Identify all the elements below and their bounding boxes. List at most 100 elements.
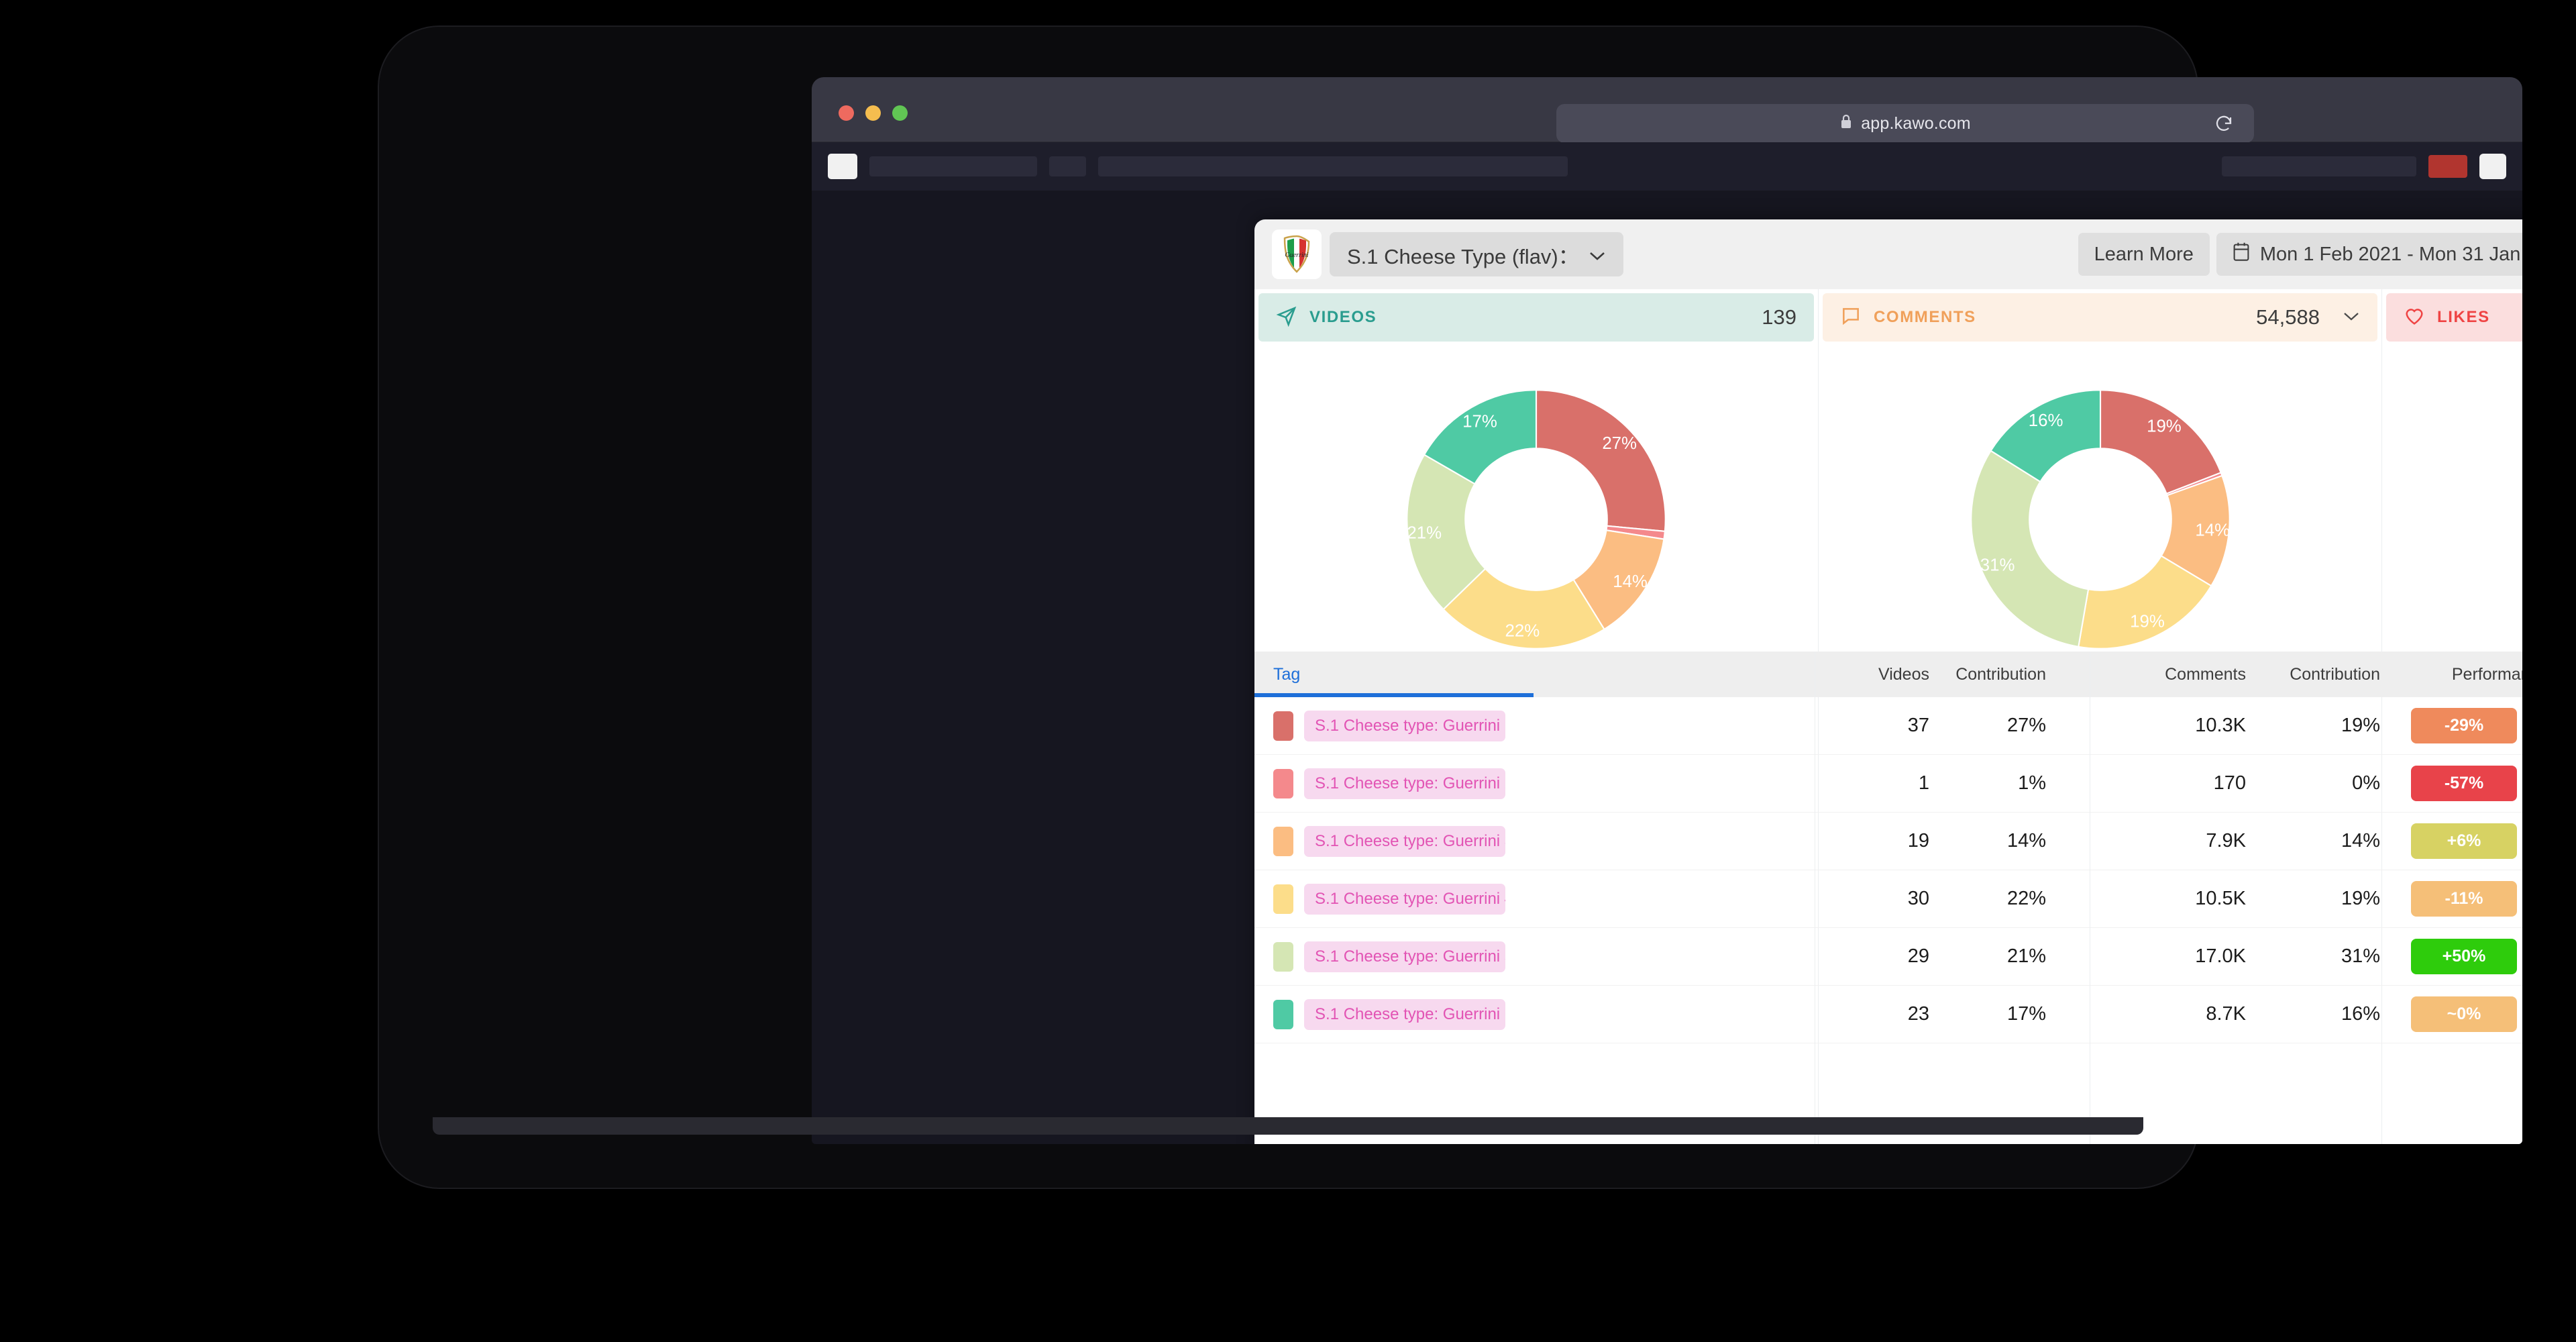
cell-comments-contribution: 14% <box>2246 830 2380 852</box>
badge-comments-performance-cell: +6% <box>2380 823 2522 859</box>
svg-text:Guerrini: Guerrini <box>1285 252 1309 259</box>
badge-comments-performance-cell: -11% <box>2380 881 2522 917</box>
table-header-tag[interactable]: Tag <box>1254 652 1815 697</box>
browser-toolbar: app.kawo.com <box>812 77 2522 142</box>
table-row: 10.5K19% -11% <box>2090 870 2522 928</box>
cell-videos: 19 <box>1815 830 1929 852</box>
table-header-videos-contribution: Contribution <box>1929 665 2063 684</box>
panel-label-comments: COMMENTS <box>1874 308 1976 327</box>
donut-slice[interactable] <box>2100 390 2221 493</box>
badge-comments-performance-cell: ~0% <box>2380 996 2522 1032</box>
window-traffic-lights <box>839 105 908 121</box>
table-column-tag: Tag S.1 Cheese type: Guerrini 1... S.1 Ch… <box>1254 652 1815 1144</box>
panel-header-videos: VIDEOS 139 <box>1258 293 1814 342</box>
close-window-button[interactable] <box>839 105 854 121</box>
chevron-down-icon[interactable] <box>2343 311 2360 325</box>
date-range-label: Mon 1 Feb 2021 - Mon 31 Jan <box>2260 244 2521 266</box>
table-row[interactable]: S.1 Cheese type: Guerrini 4... <box>1254 870 1815 928</box>
table-row[interactable]: S.1 Cheese type: Guerrini 2... <box>1254 755 1815 813</box>
table-row: 10.3K19% -29% <box>2090 697 2522 755</box>
cell-comments-contribution: 19% <box>2246 715 2380 737</box>
cell-videos-contribution: 22% <box>1929 888 2063 910</box>
donut-slice-label: 27% <box>1602 434 1637 453</box>
navbar-item[interactable] <box>869 156 1037 176</box>
donut-slice[interactable] <box>1536 390 1666 531</box>
tag-chip[interactable]: S.1 Cheese type: Guerrini 1... <box>1304 711 1505 741</box>
cell-comments: 10.3K <box>2132 715 2246 737</box>
donut-slice-label: 19% <box>2147 417 2182 435</box>
learn-more-button[interactable]: Learn More <box>2078 233 2210 276</box>
donut-slice-label: 31% <box>1980 556 2015 575</box>
table-row: 1914% <box>1815 813 2090 870</box>
navbar-item[interactable] <box>2222 156 2416 176</box>
badge-comments-performance-cell: -29% <box>2380 708 2522 743</box>
series-color-swatch <box>1273 1000 1293 1029</box>
table-row[interactable]: S.1 Cheese type: Guerrini 5... <box>1254 928 1815 986</box>
donut-slice-label: 22% <box>1505 622 1540 641</box>
table-row[interactable]: S.1 Cheese type: Guerrini 6... <box>1254 986 1815 1043</box>
tag-select-dropdown[interactable]: S.1 Cheese Type (flav)： <box>1330 232 1623 276</box>
series-color-swatch <box>1273 942 1293 972</box>
table-header-videos: Videos <box>1815 665 1929 684</box>
navbar-primary-button[interactable] <box>2428 155 2467 178</box>
table-header-comments-performance: Performance <box>2380 665 2522 684</box>
reload-icon[interactable] <box>2214 114 2234 138</box>
modal-header: Guerrini S.1 Cheese Type (flav)： Learn M… <box>1254 219 2522 289</box>
date-range-button[interactable]: Mon 1 Feb 2021 - Mon 31 Jan <box>2216 233 2522 276</box>
panel-header-likes: LIKES 2.2M <box>2386 293 2522 342</box>
table-header-comments-contribution: Contribution <box>2246 665 2380 684</box>
heart-icon <box>2404 305 2425 330</box>
table-row: 8.7K16%~0% <box>2090 986 2522 1043</box>
navbar-search[interactable] <box>1098 156 1568 176</box>
table-row[interactable]: S.1 Cheese type: Guerrini 3... <box>1254 813 1815 870</box>
active-column-underline <box>1254 693 1534 697</box>
donut-slice-label: 16% <box>2028 411 2063 430</box>
cell-videos-contribution: 17% <box>1929 1003 2063 1025</box>
badge-comments-performance: -11% <box>2411 881 2517 917</box>
tag-chip[interactable]: S.1 Cheese type: Guerrini 3... <box>1304 826 1505 857</box>
cell-comments: 10.5K <box>2132 888 2246 910</box>
table-row: 7.9K14%+6% <box>2090 813 2522 870</box>
address-bar-url: app.kawo.com <box>1861 114 1971 134</box>
donut-slice-label: 14% <box>1613 572 1648 591</box>
panel-label-videos: VIDEOS <box>1309 308 1377 327</box>
badge-comments-performance: -57% <box>2411 766 2517 801</box>
comment-icon <box>1840 305 1862 330</box>
tag-chip[interactable]: S.1 Cheese type: Guerrini 2... <box>1304 768 1505 799</box>
donut-chart-likes: 12%4%6%27%38%14% <box>2382 342 2522 697</box>
donut-chart-comments: 19%14%19%31%16% <box>1819 342 2381 697</box>
badge-comments-performance: -29% <box>2411 708 2517 743</box>
table-row[interactable]: S.1 Cheese type: Guerrini 1... <box>1254 697 1815 755</box>
cell-videos: 29 <box>1815 945 1929 968</box>
donut-chart-videos: 27%14%22%21%17% <box>1254 342 1818 697</box>
laptop-device-frame: app.kawo.com <box>379 27 2197 1188</box>
table-row: 3727% <box>1815 697 2090 755</box>
cell-comments: 7.9K <box>2132 830 2246 852</box>
cell-videos-contribution: 21% <box>1929 945 2063 968</box>
badge-comments-performance: +50% <box>2411 939 2517 974</box>
table-row: 3022% <box>1815 870 2090 928</box>
maximize-window-button[interactable] <box>892 105 908 121</box>
tag-chip[interactable]: S.1 Cheese type: Guerrini 6... <box>1304 999 1505 1030</box>
app-logo[interactable] <box>828 154 857 179</box>
tag-chip[interactable]: S.1 Cheese type: Guerrini 4... <box>1304 884 1505 915</box>
navbar-item[interactable] <box>1049 156 1086 176</box>
panel-value-videos: 139 <box>1762 305 1796 329</box>
table-row: 1700%-57% <box>2090 755 2522 813</box>
panel-value-comments: 54,588 <box>2256 305 2320 329</box>
address-bar[interactable]: app.kawo.com <box>1556 104 2254 143</box>
tag-select-label: S.1 Cheese Type (flav)： <box>1347 240 1579 270</box>
minimize-window-button[interactable] <box>865 105 881 121</box>
cell-videos: 23 <box>1815 1003 1929 1025</box>
tag-chip[interactable]: S.1 Cheese type: Guerrini 5... <box>1304 941 1505 972</box>
table-row: 11% <box>1815 755 2090 813</box>
donut-slice[interactable] <box>1971 451 2088 647</box>
cell-videos: 37 <box>1815 715 1929 737</box>
cell-videos-contribution: 27% <box>1929 715 2063 737</box>
cell-comments-contribution: 19% <box>2246 888 2380 910</box>
cell-videos: 1 <box>1815 772 1929 794</box>
avatar[interactable] <box>2479 154 2506 179</box>
lock-icon <box>1839 113 1853 134</box>
series-color-swatch <box>1273 711 1293 741</box>
table-row: 2317% <box>1815 986 2090 1043</box>
